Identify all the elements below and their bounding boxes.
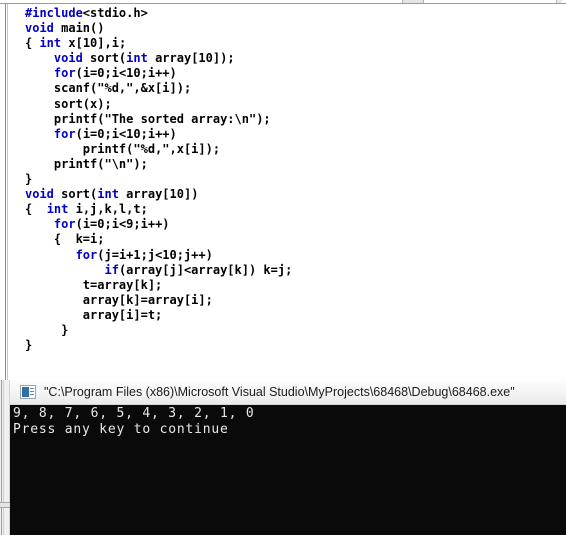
code-keyword: for (75, 247, 98, 262)
code-text: array[10]) (118, 187, 199, 202)
code-text: array[10]); (147, 51, 235, 66)
code-line: for(i=0;i<9;i++) (25, 217, 292, 232)
console-line: 9, 8, 7, 6, 5, 4, 3, 2, 1, 0 (13, 406, 255, 421)
code-text: { (25, 36, 40, 51)
code-text: i,j,k,l,t; (68, 202, 148, 217)
code-line: { int i,j,k,l,t; (25, 202, 292, 217)
code-keyword: void (53, 51, 83, 66)
code-text: main() (53, 21, 105, 36)
code-text: t=array[k]; (25, 277, 163, 292)
console-line: Press any key to continue (13, 422, 229, 437)
source-code: #include<stdio.h> void main(){ int x[10],… (25, 6, 292, 353)
code-line: array[k]=array[i]; (25, 293, 292, 308)
code-line: for(i=0;i<10;i++) (25, 66, 292, 81)
console-titlebar[interactable]: "C:\Program Files (x86)\Microsoft Visual… (10, 380, 566, 405)
code-keyword: void (25, 21, 54, 36)
code-text: sort(x); (25, 96, 112, 111)
code-text: (i=0;i<9;i++) (75, 217, 170, 232)
code-line: #include<stdio.h> (25, 6, 292, 21)
code-text: printf("%d,",x[i]); (25, 141, 221, 156)
code-line: } (25, 338, 292, 353)
code-line: sort(x); (25, 97, 292, 112)
gutter-divider-dark (5, 4, 6, 380)
code-keyword: for (53, 66, 76, 81)
console-frame-line-light (3, 380, 4, 535)
code-keyword: for (53, 126, 76, 141)
code-line: t=array[k]; (25, 278, 292, 293)
code-text: { (25, 202, 47, 217)
screen-root: #include<stdio.h> void main(){ int x[10],… (0, 0, 566, 535)
code-text: { k=i; (25, 232, 105, 247)
code-line: void sort(int array[10]) (25, 187, 292, 202)
code-keyword: void (25, 187, 54, 202)
code-text: (array[j]<array[k]) k=j; (118, 262, 293, 277)
console-frame-line-dark (1, 380, 2, 535)
console-title-text: "C:\Program Files (x86)\Microsoft Visual… (44, 385, 515, 399)
editor-text-area[interactable]: #include<stdio.h> void main(){ int x[10],… (9, 4, 566, 380)
code-line: } (25, 172, 292, 187)
code-text: array[k]=array[i]; (25, 292, 213, 307)
console-window[interactable]: "C:\Program Files (x86)\Microsoft Visual… (0, 380, 566, 535)
code-line: { k=i; (25, 232, 292, 247)
code-line: scanf("%d,",&x[i]); (25, 81, 292, 96)
gutter-divider-light (7, 4, 8, 380)
code-keyword: int (126, 51, 148, 66)
code-line: void sort(int array[10]); (25, 51, 292, 66)
console-app-icon (20, 385, 36, 399)
code-text: sort( (53, 187, 98, 202)
console-output-area[interactable]: 9, 8, 7, 6, 5, 4, 3, 2, 1, 0 Press any ke… (10, 405, 566, 535)
code-line: if(array[j]<array[k]) k=j; (25, 263, 292, 278)
code-text: } (25, 322, 69, 337)
code-keyword: #include (25, 6, 83, 20)
code-line: { int x[10],i; (25, 36, 292, 51)
console-frame-bottom-nub (0, 502, 10, 508)
code-line: printf("The sorted array:\n"); (25, 112, 292, 127)
code-keyword: if (104, 262, 119, 277)
code-text: } (25, 172, 33, 187)
code-keyword: int (46, 202, 69, 217)
code-text: (i=0;i<10;i++) (75, 126, 177, 141)
code-text: (j=i+1;j<10;j++) (97, 247, 213, 262)
cut-off-tab[interactable] (402, 0, 424, 3)
editor-gutter[interactable] (0, 4, 9, 380)
code-line: printf("\n"); (25, 157, 292, 172)
code-line: } (25, 323, 292, 338)
code-keyword: int (97, 187, 119, 202)
console-left-frame (0, 380, 10, 535)
code-text: } (25, 338, 33, 353)
code-text: scanf("%d,",&x[i]); (25, 81, 192, 96)
code-editor[interactable]: #include<stdio.h> void main(){ int x[10],… (0, 4, 566, 380)
code-text: (i=0;i<10;i++) (75, 66, 177, 81)
code-line: for(j=i+1;j<10;j++) (25, 248, 292, 263)
code-text: sort( (82, 51, 127, 66)
code-text: printf("The sorted array:\n"); (25, 111, 271, 126)
code-line: for(i=0;i<10;i++) (25, 127, 292, 142)
console-output-text: 9, 8, 7, 6, 5, 4, 3, 2, 1, 0 Press any ke… (13, 406, 255, 438)
code-line: printf("%d,",x[i]); (25, 142, 292, 157)
code-text: array[i]=t; (25, 307, 163, 322)
code-keyword: for (53, 217, 76, 232)
code-line: array[i]=t; (25, 308, 292, 323)
code-line: void main() (25, 21, 292, 36)
code-keyword: int (39, 36, 62, 51)
code-text: <stdio.h> (82, 6, 148, 20)
cut-off-corner-nub[interactable] (556, 0, 562, 3)
code-text: printf("\n"); (25, 156, 148, 171)
code-text: x[10],i; (61, 36, 127, 51)
